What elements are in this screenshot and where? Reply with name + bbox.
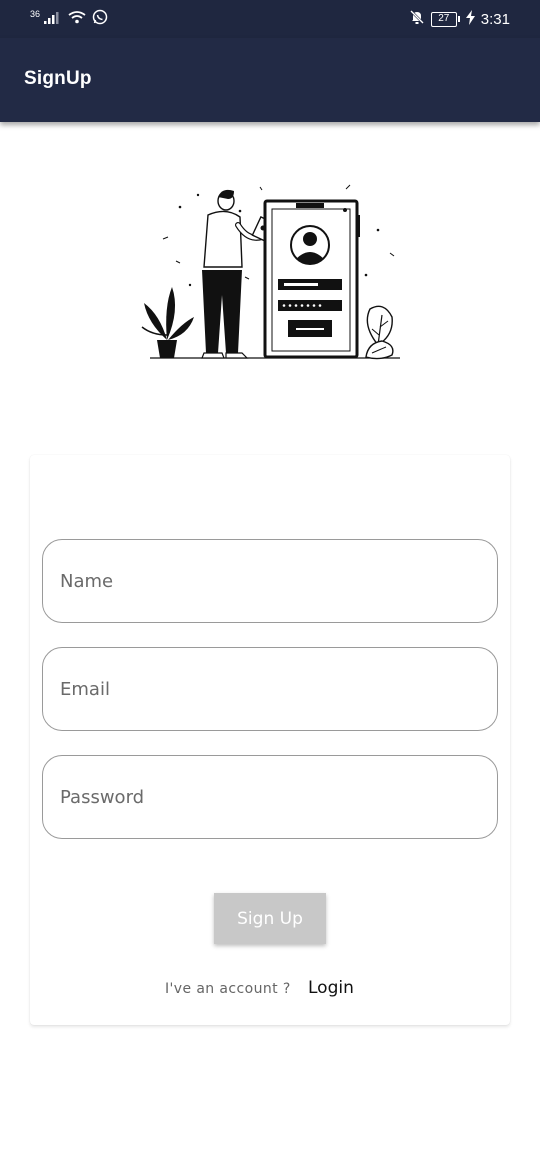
status-right: 27 3:31 (409, 9, 510, 29)
battery-indicator: 27 (430, 11, 460, 27)
status-bar: 36 27 3:31 (0, 0, 540, 38)
email-input[interactable] (43, 648, 497, 730)
account-prompt-text: I've an account ? (165, 981, 291, 997)
signup-button[interactable]: Sign Up (214, 893, 326, 944)
status-time: 3:31 (480, 10, 510, 28)
app-bar: SignUp (0, 38, 540, 122)
battery-level: 27 (430, 11, 457, 27)
cellular-signal-icon (44, 10, 62, 29)
app-title: SignUp (24, 68, 92, 89)
battery-tip (457, 16, 460, 22)
name-field[interactable] (42, 539, 498, 623)
email-field[interactable] (42, 647, 498, 731)
login-link[interactable]: Login (308, 978, 354, 998)
password-input[interactable] (43, 756, 497, 838)
charging-bolt-icon (465, 9, 475, 29)
account-row: I've an account ? Login (0, 978, 540, 1002)
wifi-icon (68, 10, 86, 29)
network-type-label: 36 (30, 8, 41, 19)
status-left: 36 (30, 9, 108, 30)
signup-illustration (130, 175, 410, 370)
name-input[interactable] (43, 540, 497, 622)
password-field[interactable] (42, 755, 498, 839)
notifications-off-icon (409, 9, 425, 29)
whatsapp-icon (92, 9, 108, 30)
